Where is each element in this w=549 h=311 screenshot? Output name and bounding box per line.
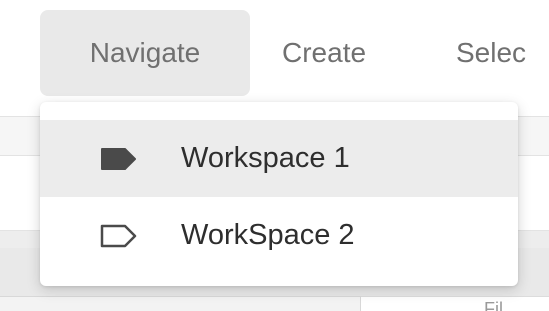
- background-panel: [0, 296, 361, 311]
- tag-filled-icon: [101, 148, 136, 170]
- dropdown-item-workspace-2[interactable]: WorkSpace 2: [40, 197, 518, 274]
- select-menu-button[interactable]: Selec: [456, 10, 549, 96]
- dropdown-item-label: Workspace 1: [181, 142, 350, 174]
- tag-outline-icon: [100, 224, 137, 248]
- app-window: Fil Navigate Create Selec Workspace 1 Wo…: [0, 0, 549, 311]
- menu-bar: Navigate Create Selec: [0, 0, 549, 100]
- create-menu-button[interactable]: Create: [282, 10, 392, 96]
- dropdown-item-workspace-1[interactable]: Workspace 1: [40, 120, 518, 197]
- background-partial-text: Fil: [484, 299, 503, 311]
- dropdown-item-label: WorkSpace 2: [181, 219, 355, 251]
- navigate-dropdown-menu: Workspace 1 WorkSpace 2: [40, 102, 518, 286]
- navigate-menu-button[interactable]: Navigate: [40, 10, 250, 96]
